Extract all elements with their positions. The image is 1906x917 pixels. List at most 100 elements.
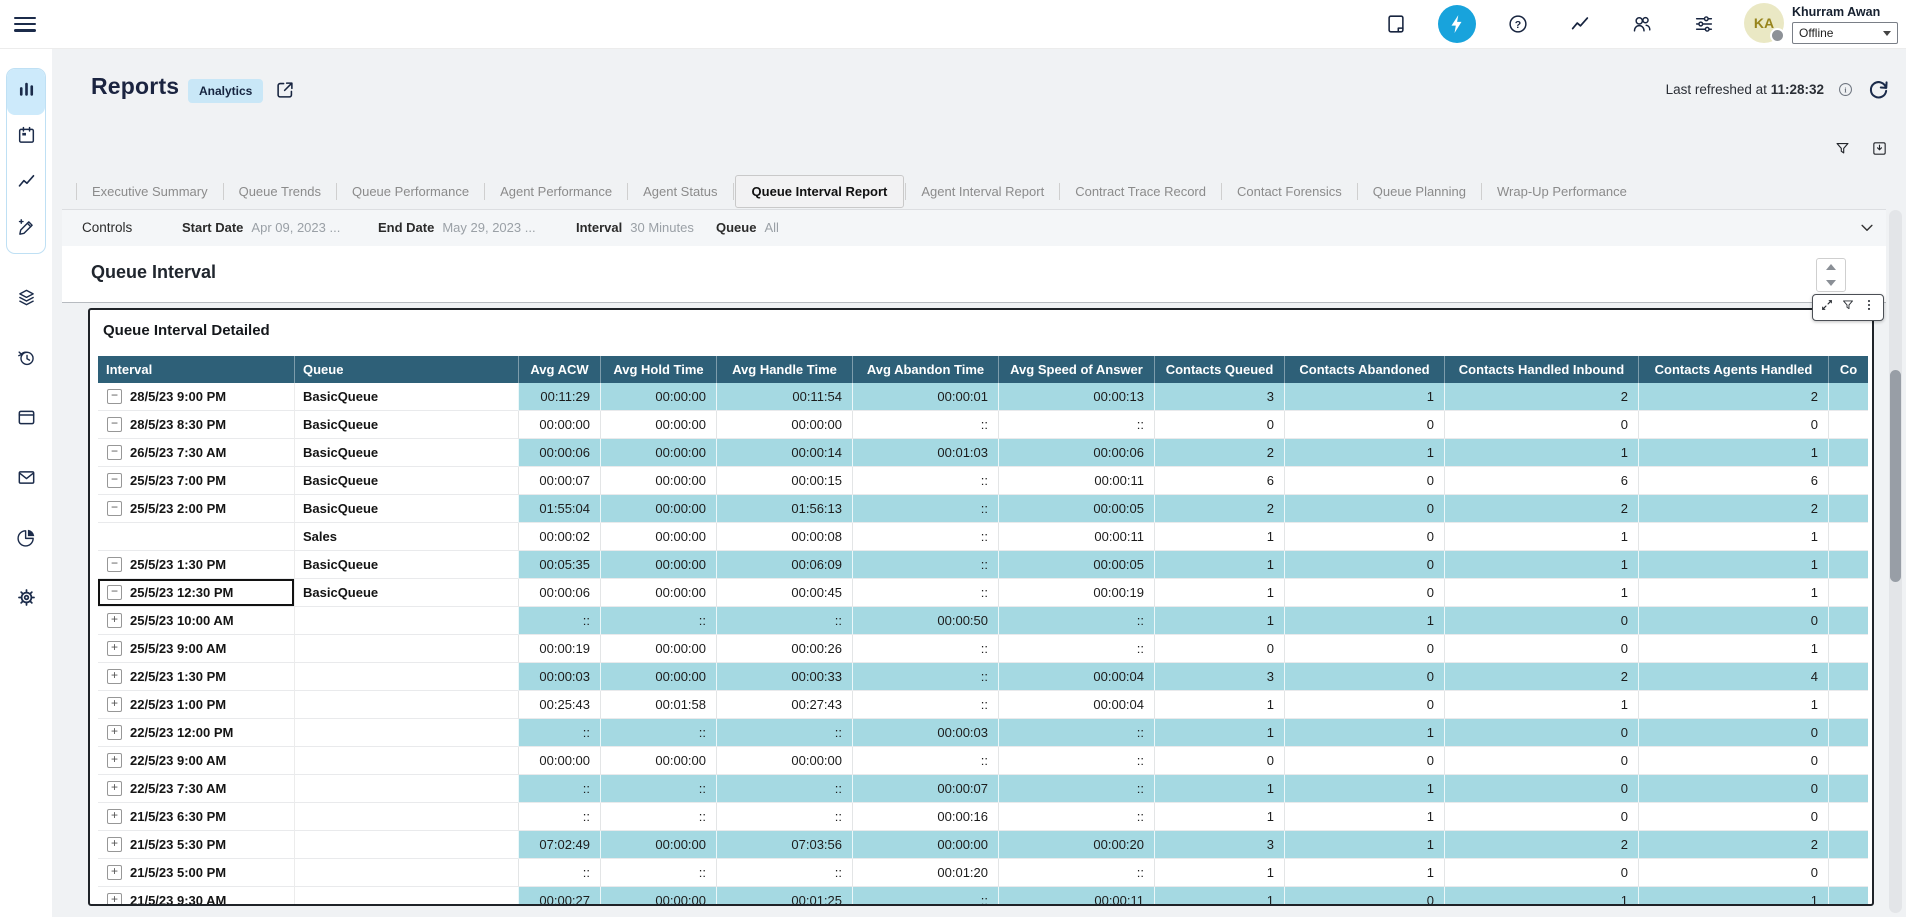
header-cell-contacts-queued[interactable]: Contacts Queued bbox=[1154, 356, 1284, 383]
collapse-toggle-icon[interactable]: − bbox=[107, 389, 122, 404]
tab-executive-summary[interactable]: Executive Summary bbox=[78, 176, 222, 207]
value-cell[interactable]: 00:00:19 bbox=[998, 579, 1154, 607]
value-cell[interactable]: 00:00:00 bbox=[518, 411, 600, 439]
value-cell[interactable]: 00:11:29 bbox=[518, 383, 600, 411]
expand-toggle-icon[interactable]: + bbox=[107, 613, 122, 628]
value-cell[interactable]: 1 bbox=[1154, 551, 1284, 579]
value-cell[interactable]: 00:00:05 bbox=[998, 495, 1154, 523]
value-cell[interactable]: 00:00:00 bbox=[600, 831, 716, 859]
value-cell[interactable]: 00:00:50 bbox=[852, 607, 998, 635]
value-cell[interactable]: :: bbox=[852, 663, 998, 691]
value-cell[interactable]: 00:00:15 bbox=[716, 467, 852, 495]
value-cell[interactable]: :: bbox=[998, 775, 1154, 803]
interval-cell[interactable]: +22/5/23 7:30 AM bbox=[98, 775, 294, 803]
value-cell[interactable]: 2 bbox=[1154, 495, 1284, 523]
interval-cell[interactable]: +25/5/23 10:00 AM bbox=[98, 607, 294, 635]
value-cell[interactable]: :: bbox=[998, 747, 1154, 775]
value-cell[interactable]: 00:00:00 bbox=[600, 887, 716, 906]
interval-cell[interactable]: −28/5/23 9:00 PM bbox=[98, 383, 294, 411]
value-cell[interactable]: 00:11:54 bbox=[716, 383, 852, 411]
value-cell[interactable]: :: bbox=[518, 775, 600, 803]
value-cell[interactable]: 0 bbox=[1444, 775, 1638, 803]
value-cell[interactable]: 00:00:14 bbox=[716, 439, 852, 467]
value-cell[interactable]: 0 bbox=[1284, 635, 1444, 663]
value-cell[interactable]: 1 bbox=[1444, 887, 1638, 906]
table-row[interactable]: +21/5/23 5:30 PM07:02:4900:00:0007:03:56… bbox=[98, 831, 1868, 859]
value-cell[interactable]: 1 bbox=[1154, 523, 1284, 551]
value-cell[interactable]: :: bbox=[998, 607, 1154, 635]
value-cell[interactable]: 0 bbox=[1638, 719, 1828, 747]
interval-cell[interactable]: +21/5/23 5:00 PM bbox=[98, 859, 294, 887]
queue-cell[interactable] bbox=[294, 747, 518, 775]
queue-cell[interactable] bbox=[294, 719, 518, 747]
controls-collapse-chevron-icon[interactable] bbox=[1858, 219, 1876, 237]
value-cell[interactable]: :: bbox=[852, 551, 998, 579]
value-cell[interactable]: 2 bbox=[1154, 439, 1284, 467]
header-cell-contacts-abandoned[interactable]: Contacts Abandoned bbox=[1284, 356, 1444, 383]
queue-cell[interactable]: BasicQueue bbox=[294, 383, 518, 411]
value-cell[interactable]: 1 bbox=[1154, 607, 1284, 635]
value-cell[interactable]: 00:27:43 bbox=[716, 691, 852, 719]
header-cell-avg-handle-time[interactable]: Avg Handle Time bbox=[716, 356, 852, 383]
header-cell-avg-acw[interactable]: Avg ACW bbox=[518, 356, 600, 383]
collapse-toggle-icon[interactable]: − bbox=[107, 417, 122, 432]
value-cell[interactable]: 00:01:03 bbox=[852, 439, 998, 467]
value-cell[interactable]: 2 bbox=[1638, 495, 1828, 523]
topbar-notes-icon[interactable] bbox=[1376, 4, 1416, 44]
value-cell[interactable]: 1 bbox=[1638, 691, 1828, 719]
value-cell[interactable]: :: bbox=[998, 719, 1154, 747]
value-cell[interactable]: 07:02:49 bbox=[518, 831, 600, 859]
value-cell[interactable]: :: bbox=[998, 635, 1154, 663]
value-cell[interactable]: :: bbox=[852, 495, 998, 523]
value-cell[interactable]: 0 bbox=[1284, 495, 1444, 523]
queue-cell[interactable]: BasicQueue bbox=[294, 411, 518, 439]
queue-cell[interactable] bbox=[294, 859, 518, 887]
value-cell[interactable]: 00:00:03 bbox=[852, 719, 998, 747]
tab-agent-performance[interactable]: Agent Performance bbox=[486, 176, 626, 207]
avatar[interactable]: KA bbox=[1744, 3, 1784, 43]
value-cell[interactable]: 1 bbox=[1444, 579, 1638, 607]
table-row[interactable]: Sales00:00:0200:00:0000:00:08::00:00:111… bbox=[98, 523, 1868, 551]
expand-toggle-icon[interactable]: + bbox=[107, 781, 122, 796]
value-cell[interactable]: 01:56:13 bbox=[716, 495, 852, 523]
value-cell[interactable]: 1 bbox=[1154, 887, 1284, 906]
value-cell[interactable]: 00:00:06 bbox=[518, 439, 600, 467]
value-cell[interactable]: 6 bbox=[1154, 467, 1284, 495]
value-cell[interactable]: :: bbox=[600, 803, 716, 831]
tab-contact-forensics[interactable]: Contact Forensics bbox=[1223, 176, 1356, 207]
value-cell[interactable]: 3 bbox=[1154, 831, 1284, 859]
value-cell[interactable]: 0 bbox=[1444, 859, 1638, 887]
value-cell[interactable]: 1 bbox=[1638, 551, 1828, 579]
value-cell[interactable]: 1 bbox=[1444, 439, 1638, 467]
value-cell[interactable]: 00:00:04 bbox=[998, 663, 1154, 691]
interval-cell[interactable]: +22/5/23 9:00 AM bbox=[98, 747, 294, 775]
value-cell[interactable]: 1 bbox=[1284, 831, 1444, 859]
value-cell[interactable]: 2 bbox=[1444, 831, 1638, 859]
value-cell[interactable]: 1 bbox=[1154, 719, 1284, 747]
sidebar-item-bar-chart[interactable] bbox=[7, 69, 45, 115]
queue-cell[interactable] bbox=[294, 887, 518, 906]
table-row[interactable]: +25/5/23 10:00 AM::::::00:00:50::1100 bbox=[98, 607, 1868, 635]
value-cell[interactable]: 6 bbox=[1444, 467, 1638, 495]
value-cell[interactable]: :: bbox=[716, 803, 852, 831]
value-cell[interactable]: 00:00:00 bbox=[600, 663, 716, 691]
sidebar-item-mail[interactable] bbox=[7, 457, 45, 503]
kebab-menu-icon[interactable] bbox=[1862, 298, 1876, 317]
expand-toggle-icon[interactable]: + bbox=[107, 753, 122, 768]
queue-cell[interactable]: Sales bbox=[294, 523, 518, 551]
queue-cell[interactable] bbox=[294, 775, 518, 803]
interval-cell[interactable]: +21/5/23 9:30 AM bbox=[98, 887, 294, 906]
value-cell[interactable]: 0 bbox=[1284, 411, 1444, 439]
value-cell[interactable]: 0 bbox=[1444, 719, 1638, 747]
value-cell[interactable]: 00:00:45 bbox=[716, 579, 852, 607]
collapse-toggle-icon[interactable]: − bbox=[107, 557, 122, 572]
value-cell[interactable]: 00:01:20 bbox=[852, 859, 998, 887]
value-cell[interactable]: 1 bbox=[1444, 523, 1638, 551]
value-cell[interactable]: 1 bbox=[1638, 579, 1828, 607]
value-cell[interactable]: :: bbox=[998, 803, 1154, 831]
value-cell[interactable]: 00:00:01 bbox=[852, 383, 998, 411]
interval-cell[interactable]: −28/5/23 8:30 PM bbox=[98, 411, 294, 439]
value-cell[interactable]: 1 bbox=[1154, 803, 1284, 831]
value-cell[interactable]: :: bbox=[518, 859, 600, 887]
value-cell[interactable]: 00:00:13 bbox=[998, 383, 1154, 411]
